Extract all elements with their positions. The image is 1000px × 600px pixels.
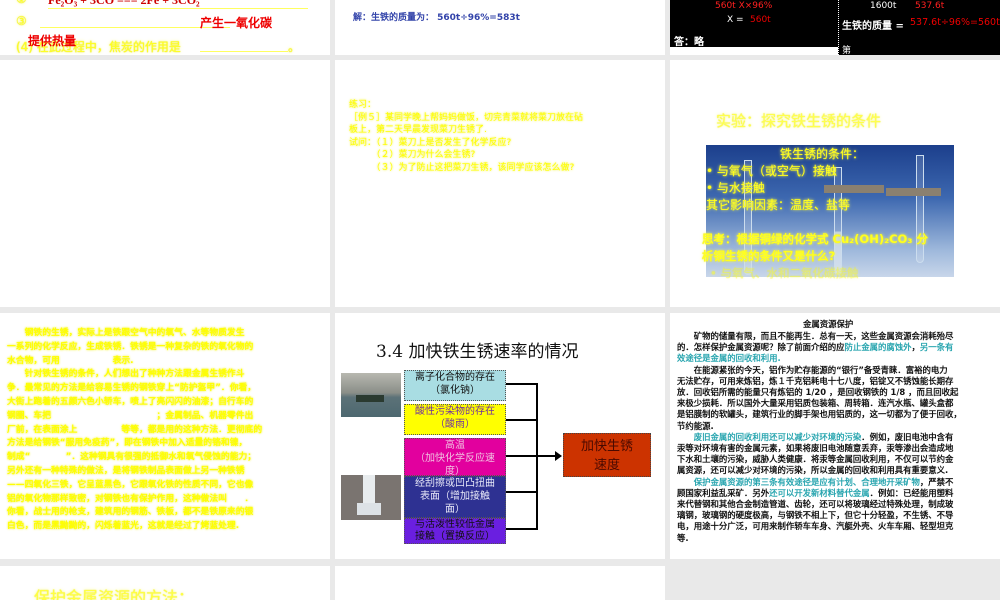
article-line: 下水和土壤的污染，威胁人类健康．将汞等金属回收利用，不仅可以节约金 [677,454,954,465]
slide-thumbnail-1[interactable]: ① Fe₂O₃ + 3CO === 2Fe + 3CO₂ ③ 产生一氧化碳 (4… [0,0,330,55]
paragraph-line: 针对铁生锈的条件，人们想出了种种方法跟金属生锈作斗 [7,369,245,380]
highlight: 还可以开发新材料替代金属 [769,487,870,498]
text-span: ，严禁不 [919,476,954,487]
bullet-water: • 与水接触 [706,181,765,195]
paragraph-line: 一系列的化学反应，生成铁锈．铁锈是一种复杂的铁的氧化物的 [7,341,254,352]
line4-blank [200,51,288,52]
slide-thumbnail-3[interactable]: 560t X×96% X = 560t 答：略 1600t 537.6t 生铁的… [670,0,1000,55]
paragraph-line: 铝的氧化物那样致密，对钢铁也有保护作用，这种做法叫 ． [7,493,254,504]
article-title: 金属资源保护 [803,319,854,329]
slide-thumbnail-4[interactable] [0,60,330,307]
article-line: 璃钢，玻璃钢的硬度极高，与钢铁不相上下，但它十分轻盈，不生锈、不导 [677,510,954,521]
mass-label: 生铁的质量 = [842,21,904,32]
subtitle: 铁生锈的条件： [780,147,865,161]
rust-paragraphs: 钢铁的生锈，实际上是铁跟空气中的氧气、水等物质发生 一系列的化学反应，生成铁锈．… [7,327,262,534]
line1-number: ① [16,0,27,6]
paragraph-line: 水合物，可用 表示. [7,355,134,366]
article-body: 矿物的储量有限，而且不能再生．总有一天，这些金属资源会消耗殆尽 的．怎样保护金属… [677,331,962,544]
think-line-1: 思考：根据铜绿的化学式 Cu₂(OH)₂CO₃ 分 [702,232,928,246]
top-left-red: 560t X×96% [715,1,773,11]
article-line: 是铝膜制的软罐头，建筑行业的脚手架也用铝质的，这一切都为了便于回收， [677,409,962,420]
article-line: 节约能源. [677,420,714,431]
exercise-line: 练习： [349,100,377,110]
article-line: 来极少损耗．所以国外大量采用铝质包装箱、周转箱．连汽水瓶、罐头盒都 [677,398,954,409]
exercise-line: （２）菜刀为什么会生锈? [349,150,476,161]
think-answer: • 与氧气、水和二氧化碳接触 [710,266,859,280]
slide-thumbnail-2[interactable]: 解：生铁的质量为： 560t÷96%=583t [335,0,665,55]
article-line: 汞等对环境有害的金属元素，如果将废旧电池随意丢弃，汞等渗出会造成地 [677,443,954,454]
slide-title: 实验：探究铁生锈的条件 [716,112,882,130]
highlight: 另一条有 [919,342,954,353]
paragraph-line: 你看，战士用的枪支，建筑用的钢筋、铁板，都不是铁原来的银 [7,507,254,518]
text-span: 顾国家利益乱采矿．另外 [677,487,770,498]
article-line: 的．怎样保护金属资源呢？除了前面介绍的应防止金属的腐蚀外，另一条有 [677,342,962,353]
mass-value: 537.6t÷96%=560t [910,17,1000,28]
paragraph-line: 大街上跑着的五颜六色小轿车，喷上了亮闪闪的油漆；自行车的 [7,396,254,407]
highlight: 效途径是金属的回收和利用. [677,353,781,364]
article-line: 顾国家利益乱采矿．另外还可以开发新材料替代金属．例如：已经能用塑料 [677,488,962,499]
paragraph-line: 制成“ ”．这种钢具有很强的抵御水和氧气侵蚀的能力； [7,452,257,463]
article-line: 电，用途十分广泛，可用来制作轿车车身、汽艇外壳、火车车厢、轻型坦克 [677,521,954,532]
article-line: 矿物的储量有限，而且不能再生．总有一天，这些金属资源会消耗殆尽 [677,331,954,341]
article-line: 放．回收铝所需的能量只有炼铝的 1/20 ，是回收钢铁的 1/8 ，而且回收起 [677,387,959,398]
paragraph-line: 另外还有一种特殊的做法，是将钢铁制品表面做上另一种铁锈 [7,465,245,476]
top-right-red: 537.6t [915,1,945,11]
article-line: 属资源，还可以减少对环境的污染，所以金属的回收和利用具有重要意义. [677,465,949,476]
line3-answer: 产生一氧化碳 [200,16,273,30]
exercise-text: 练习： ［例５］某同学晚上帮妈妈做饭，切完青菜就将菜刀放在砧 板上，第二天早晨发… [349,99,583,175]
article-line: 在能源紧张的今天，铝作为贮存能源的“银行”备受青睐．富裕的电力 [677,364,948,375]
slide-thumbnail-11[interactable] [335,566,665,600]
clamp [886,188,941,196]
top-right-white: 1600t [870,1,897,11]
slide-thumbnail-8[interactable] [335,313,665,559]
exercise-line: 板上，第二天早晨发现菜刀生锈了. [349,125,487,136]
bullet-oxygen: • 与氧气（或空气）接触 [706,164,837,178]
text-span: ．例如，废旧电池中含有 [861,431,954,442]
article-line: 保护金属资源的第三条有效途径是应有计划、合理地开采矿物，严禁不 [677,477,962,488]
answer: 答：略 [674,37,704,48]
other-factors: 其它影响因素：温度、盐等 [706,198,851,212]
highlight: 防止金属的腐蚀外 [844,342,912,353]
article-line: 无法贮存，可用来炼铝，炼１千克铝耗电十七八度，铝锭又不锈蚀能长期存 [677,375,954,386]
paragraph-line: 钢圈、车把 ；金属制品、机器零件出 [7,410,254,421]
paragraph-line: 方法是给钢铁“服用免疫药”，即在钢铁中加入适量的铬和镍， [7,438,248,449]
highlight: 保护金属资源的第三条有效途径是应有计划、合理地开采矿物 [677,476,920,487]
article-line: 来代替钢和其他合金制造管道、齿轮，还可以将玻璃经过特殊处理，制成玻 [677,499,954,510]
text-span: 的．怎样保护金属资源呢？除了前面介绍的应 [677,342,845,353]
line4-end: 。 [288,40,301,54]
line1-equation: Fe₂O₃ + 3CO === 2Fe + 3CO₂ [48,0,308,9]
text-span: ．例如：已经能用塑料 [869,487,954,498]
highlight: 废旧金属的回收利用还可以减少对环境的污染 [677,431,862,442]
solution-text: 解：生铁的质量为： 560t÷96%=583t [353,13,520,23]
clamp [824,185,884,193]
slide-thumbnail-7[interactable]: 钢铁的生锈，实际上是铁跟空气中的氧气、水等物质发生 一系列的化学反应，生成铁锈．… [0,313,330,559]
dotted-divider [838,0,839,55]
test-tube [834,167,842,275]
article-line: 废旧金属的回收利用还可以减少对环境的污染．例如，废旧电池中含有 [677,432,962,443]
exercise-line: （３）为了防止这把菜刀生锈，该同学应该怎么做? [349,162,575,173]
paragraph-line: 厂前，在表面涂上 等等，都是用的这种方法．更彻底的 [7,424,263,435]
slide-thumbnail-10[interactable]: 保护金属资源的方法： [0,566,330,600]
white-strip [670,47,838,55]
line3-number: ③ [16,14,27,28]
think-line-2: 析铜生锈的条件又是什么? [702,249,836,263]
slide-title: 保护金属资源的方法： [34,588,195,600]
exercise-line: ［例５］某同学晚上帮妈妈做饭，切完青菜就将菜刀放在砧 [349,112,584,123]
partial-text: 第 [842,46,852,55]
article-line: 等. [677,532,689,543]
x-label: X = [727,15,744,25]
paragraph-line: 钢铁的生锈，实际上是铁跟空气中的氧气、水等物质发生 [7,328,245,338]
x-value: 560t [750,15,771,25]
paragraph-line: 争．最常见的方法是给容易生锈的钢铁穿上“防护盔甲”．你看， [7,383,257,394]
slide-thumbnail-6[interactable]: 实验：探究铁生锈的条件 铁生锈的条件： • 与氧气（或空气）接触 • 与水接触 … [670,60,1000,307]
paragraph-line: ——四氧化三铁，它呈蓝黑色，它跟氧化铁的性质不同，它也像 [7,479,254,490]
slide-thumbnail-9[interactable]: 金属资源保护 矿物的储量有限，而且不能再生．总有一天，这些金属资源会消耗殆尽 的… [670,313,1000,559]
text-span: ， [911,342,920,353]
exercise-line: 试问：（１）菜刀上是否发生了化学反应? [349,137,512,148]
slide-thumbnail-5[interactable]: 练习： ［例５］某同学晚上帮妈妈做饭，切完青菜就将菜刀放在砧 板上，第二天早晨发… [335,60,665,307]
paragraph-line: 白色，而是黑黝黝的，闪烁着蓝光，这就是经过了烤蓝处理. [7,521,240,532]
line4-answer: 提供热量 [28,34,77,48]
